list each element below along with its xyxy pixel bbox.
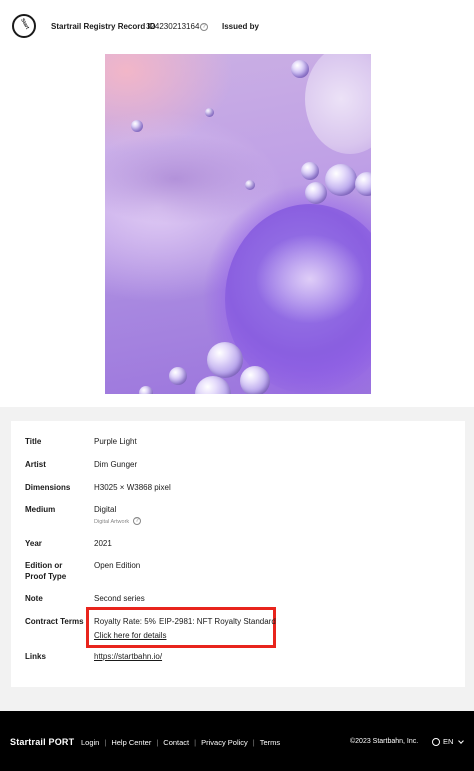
logo-text: Start (19, 17, 31, 31)
year-value: 2021 (94, 539, 112, 548)
language-label: EN (443, 737, 454, 746)
website-link[interactable]: https://startbahn.io/ (94, 651, 162, 662)
artist-value: Dim Gunger (94, 460, 138, 469)
bubble (355, 172, 371, 196)
bubble (131, 120, 143, 132)
title-value: Purple Light (94, 437, 137, 446)
copyright: ©2023 Startbahn, Inc. (350, 738, 419, 745)
footer-link-help-center[interactable]: Help Center (111, 738, 151, 747)
large-blob (305, 54, 371, 154)
record-id-value: 324230213164 (146, 22, 200, 31)
startrail-logo[interactable]: Start (12, 14, 36, 38)
nav-divider: | (104, 738, 107, 747)
edition-value: Open Edition (94, 561, 141, 570)
artwork-image (105, 54, 371, 394)
bubble (301, 162, 319, 180)
contract-terms-label: Contract Terms (25, 617, 84, 626)
medium-value: Digital (94, 505, 117, 514)
nav-divider: | (252, 738, 255, 747)
bubble (240, 366, 270, 394)
footer-link-contact[interactable]: Contact (163, 738, 189, 747)
note-value: Second series (94, 594, 145, 603)
header: Start Startrail Registry Record ID 32423… (0, 0, 474, 54)
bubble (195, 376, 231, 394)
issued-by-label: Issued by (222, 22, 259, 31)
bubble (245, 180, 255, 190)
royalty-standard: EIP-2981: NFT Royalty Standard (159, 617, 276, 626)
title-label: Title (25, 437, 42, 446)
nav-divider: | (194, 738, 197, 747)
footer-nav: Login | Help Center | Contact | Privacy … (81, 738, 280, 747)
artist-label: Artist (25, 460, 46, 469)
record-id-label: Startrail Registry Record ID (51, 22, 156, 31)
bubble (291, 60, 309, 78)
bubble (139, 386, 153, 394)
footer-brand[interactable]: Startrail PORT (10, 737, 74, 747)
links-label: Links (25, 652, 46, 661)
bubble (205, 108, 214, 117)
edition-label: Edition or Proof Type (25, 561, 67, 581)
light-swirl (255, 234, 365, 324)
contract-terms-highlight (86, 607, 276, 648)
dimensions-label: Dimensions (25, 483, 71, 492)
medium-subtype: Digital Artwork (94, 519, 130, 525)
medium-help-icon[interactable]: ? (133, 517, 141, 525)
footer-link-login[interactable]: Login (81, 738, 99, 747)
footer: Startrail PORT Login | Help Center | Con… (0, 711, 474, 771)
year-label: Year (25, 539, 42, 548)
dimensions-value: H3025 × W3868 pixel (94, 483, 171, 492)
bubble (169, 367, 187, 385)
chevron-down-icon (458, 737, 465, 744)
language-selector[interactable]: EN (432, 737, 465, 746)
bubble (325, 164, 357, 196)
nav-divider: | (156, 738, 159, 747)
paint-swirl (105, 134, 275, 224)
bubble (305, 182, 327, 204)
medium-label: Medium (25, 505, 56, 514)
help-icon[interactable]: ? (200, 23, 208, 31)
globe-icon (432, 737, 440, 746)
footer-link-terms[interactable]: Terms (260, 738, 280, 747)
footer-link-privacy-policy[interactable]: Privacy Policy (201, 738, 248, 747)
royalty-rate: Royalty Rate: 5% (94, 617, 156, 626)
note-label: Note (25, 594, 43, 603)
bubble (207, 342, 243, 378)
contract-details-link[interactable]: Click here for details (94, 630, 166, 641)
